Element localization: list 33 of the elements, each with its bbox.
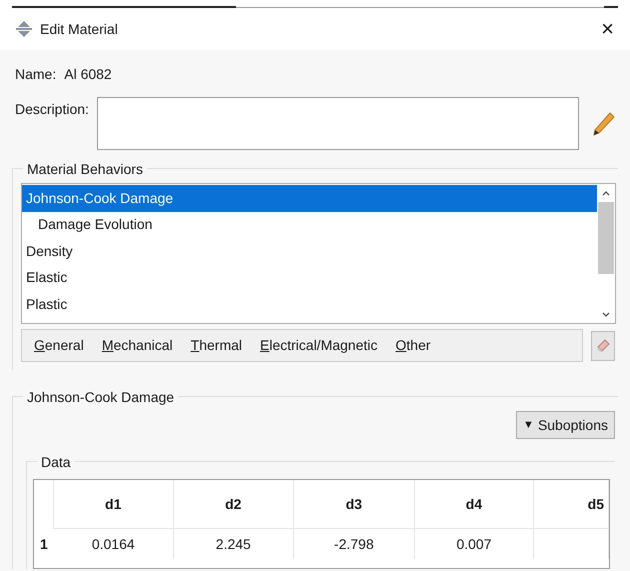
- list-item[interactable]: Plastic: [22, 291, 597, 318]
- menu-item[interactable]: Mechanical: [102, 335, 173, 356]
- row-header: 1: [39, 534, 49, 554]
- column-header: d5: [534, 480, 609, 529]
- column-header: d2: [174, 480, 294, 529]
- list-item[interactable]: Density: [22, 238, 597, 264]
- table-cell: 2.245: [174, 529, 294, 559]
- table-cell: 0.007: [414, 529, 534, 559]
- name-value: Al 6082: [64, 65, 112, 84]
- menu-item[interactable]: Other: [396, 335, 431, 356]
- close-button[interactable]: ×: [601, 18, 614, 40]
- menu-item[interactable]: Electrical/Magnetic: [260, 335, 378, 356]
- table-cell: 0.0164: [54, 529, 174, 559]
- menu-item[interactable]: General: [34, 335, 84, 356]
- list-item[interactable]: Elastic: [22, 264, 597, 291]
- list-item[interactable]: Johnson-Cook Damage: [22, 185, 597, 212]
- app-icon: [16, 20, 32, 38]
- eraser-icon: [596, 338, 610, 352]
- description-label: Description:: [15, 100, 90, 119]
- dropdown-arrow: ▼: [523, 418, 534, 433]
- description-field[interactable]: [96, 97, 579, 150]
- eraser-button[interactable]: [591, 330, 615, 360]
- column-header: d3: [294, 480, 415, 529]
- window-title: Edit Material: [40, 20, 118, 38]
- table-cell: -2.798: [294, 529, 415, 559]
- name-label: Name:: [15, 65, 56, 84]
- list-item[interactable]: Damage Evolution: [22, 212, 597, 238]
- suboptions-button[interactable]: ▼ Suboptions: [516, 411, 615, 439]
- menu-item[interactable]: Thermal: [190, 335, 242, 356]
- scrollbar-thumb[interactable]: [598, 202, 614, 274]
- pencil-icon[interactable]: [591, 111, 615, 137]
- column-header: d4: [414, 480, 534, 529]
- column-header: d1: [54, 480, 174, 529]
